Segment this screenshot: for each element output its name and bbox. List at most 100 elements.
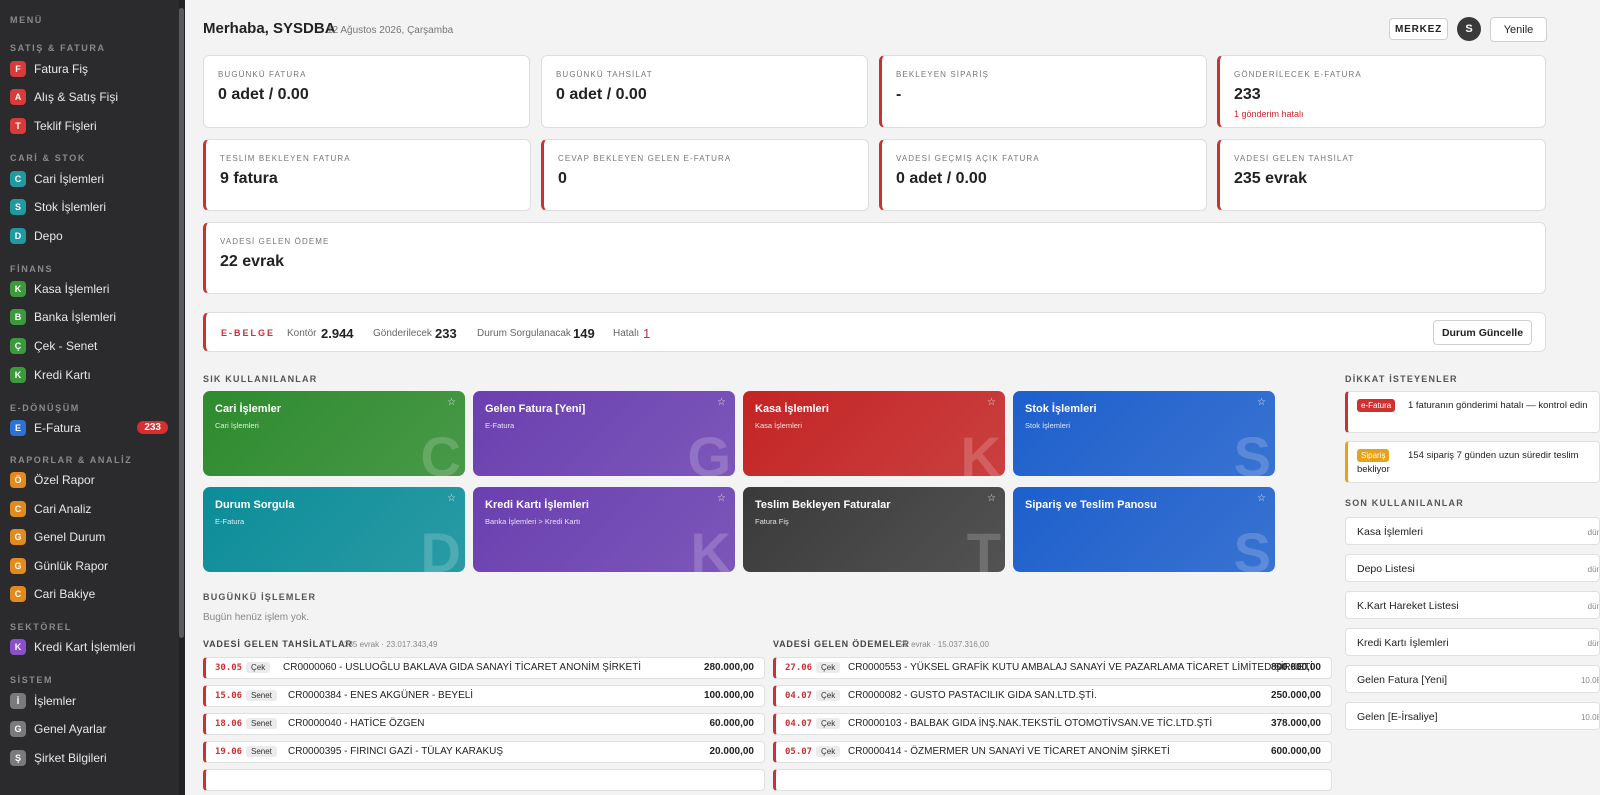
- recent-title: SON KULLANILANLAR: [1345, 498, 1464, 508]
- sidebar-item-kredi-kart[interactable]: K Kredi Kartı: [0, 362, 178, 388]
- stat-card[interactable]: CEVAP BEKLEYEN GELEN E-FATURA 0: [541, 139, 869, 211]
- durum-guncelle-button[interactable]: Durum Güncelle: [1433, 320, 1532, 345]
- sidebar-item-genel-durum[interactable]: G Genel Durum: [0, 524, 178, 550]
- sidebar-item-kredi-kart-i-lemleri[interactable]: K Kredi Kart İşlemleri: [0, 634, 178, 660]
- table-row[interactable]: 27.06 Çek CR0000553 - YÜKSEL GRAFİK KUTU A…: [773, 657, 1332, 679]
- stat-card[interactable]: BUGÜNKÜ FATURA 0 adet / 0.00: [203, 55, 530, 128]
- tile-subtitle: Cari İşlemleri: [215, 421, 259, 430]
- recent-item[interactable]: Depo Listesi dün: [1345, 554, 1600, 582]
- stat-card[interactable]: BEKLEYEN SİPARİŞ -: [879, 55, 1207, 128]
- stat-card[interactable]: VADESİ GELEN ÖDEME 22 evrak: [203, 222, 1546, 294]
- table-row[interactable]: 19.06 Senet CR0000395 - FIRINCI GAZİ - TÜL…: [203, 741, 765, 763]
- sidebar-item-i-lemler[interactable]: İ İşlemler: [0, 688, 178, 714]
- row-description: CR0000060 - USLUOĞLU BAKLAVA GIDA SANAYİ…: [283, 662, 642, 673]
- attention-tag: e-Fatura: [1357, 399, 1396, 412]
- sidebar-item-zel-rapor[interactable]: Ö Özel Rapor: [0, 467, 178, 493]
- sidebar-menu-title: MENÜ: [10, 15, 43, 25]
- shortcut-tile[interactable]: S Sipariş ve Teslim Panosu ☆: [1013, 487, 1275, 572]
- sidebar-item-e-fatura[interactable]: E E-Fatura 233: [0, 415, 178, 441]
- favorites-title: SIK KULLANILANLAR: [203, 374, 318, 384]
- stat-card[interactable]: BUGÜNKÜ TAHSİLAT 0 adet / 0.00: [541, 55, 868, 128]
- row-amount: 60.000,00: [709, 718, 755, 729]
- sidebar-item-irket-bilgileri[interactable]: Ş Şirket Bilgileri: [0, 745, 178, 771]
- avatar[interactable]: S: [1457, 17, 1481, 41]
- table-row[interactable]: 05.07 Çek CR0000414 - ÖZMERMER UN SANAYİ V…: [773, 741, 1332, 763]
- shortcut-tile[interactable]: K Kredi Kartı İşlemleri Banka İşlemleri > …: [473, 487, 735, 572]
- sidebar-item-cari-analiz[interactable]: C Cari Analiz: [0, 496, 178, 522]
- stat-card-value: 0: [558, 170, 567, 187]
- section-satis: SATIŞ & FATURA: [10, 43, 106, 53]
- star-icon[interactable]: ☆: [447, 397, 456, 408]
- stat-card[interactable]: TESLİM BEKLEYEN FATURA 9 fatura: [203, 139, 531, 211]
- sidebar-item-cari-i-lemleri[interactable]: C Cari İşlemleri: [0, 166, 178, 192]
- table-row[interactable]: 15.06 Senet CR0000384 - ENES AKGÜNER - BEY…: [203, 685, 765, 707]
- row-date: 18.06: [215, 719, 243, 729]
- sidebar-item-label: Genel Durum: [34, 530, 106, 544]
- stat-card[interactable]: GÖNDERİLECEK E-FATURA 233 1 gönderim hatal…: [1217, 55, 1546, 128]
- sidebar-item-kasa-i-lemleri[interactable]: K Kasa İşlemleri: [0, 276, 178, 302]
- ebelge-title: E-BELGE: [221, 328, 276, 338]
- recent-item[interactable]: Kredi Kartı İşlemleri dün: [1345, 628, 1600, 656]
- recent-item[interactable]: Gelen Fatura [Yeni] 10.08: [1345, 665, 1600, 693]
- sidebar-item-ek-senet[interactable]: Ç Çek - Senet: [0, 333, 178, 359]
- sidebar-item-g-nl-k-rapor[interactable]: G Günlük Rapor: [0, 553, 178, 579]
- shortcut-tile[interactable]: C Cari İşlemler Cari İşlemleri ☆: [203, 391, 465, 476]
- shortcut-tile[interactable]: S Stok İşlemleri Stok İşlemleri ☆: [1013, 391, 1275, 476]
- sidebar-item-label: E-Fatura: [34, 421, 81, 435]
- row-description: CR0000040 - HATİCE ÖZGEN: [288, 718, 425, 729]
- sidebar-item-stok-i-lemleri[interactable]: S Stok İşlemleri: [0, 194, 178, 220]
- sidebar-item-letter-icon: K: [10, 367, 26, 383]
- attention-title: DİKKAT İSTEYENLER: [1345, 374, 1458, 384]
- shortcut-tile[interactable]: T Teslim Bekleyen Faturalar Fatura Fiş ☆: [743, 487, 1005, 572]
- star-icon[interactable]: ☆: [987, 397, 996, 408]
- table-row[interactable]: 04.07 Çek CR0000082 - GUSTO PASTACILIK GID…: [773, 685, 1332, 707]
- table-row[interactable]: 30.05 Çek CR0000060 - USLUOĞLU BAKLAVA GID…: [203, 657, 765, 679]
- kontor-label: Kontör: [287, 328, 317, 339]
- stat-card[interactable]: VADESİ GEÇMİŞ AÇIK FATURA 0 adet / 0.00: [879, 139, 1207, 211]
- sidebar-item-teklif-fi-leri[interactable]: T Teklif Fişleri: [0, 113, 178, 139]
- shortcut-tile[interactable]: D Durum Sorgula E-Fatura ☆: [203, 487, 465, 572]
- sidebar-item-cari-bakiye[interactable]: C Cari Bakiye: [0, 581, 178, 607]
- table-row[interactable]: [773, 769, 1332, 791]
- row-date: 30.05: [215, 663, 243, 673]
- star-icon[interactable]: ☆: [987, 493, 996, 504]
- star-icon[interactable]: ☆: [447, 493, 456, 504]
- tile-title: Sipariş ve Teslim Panosu: [1025, 499, 1157, 511]
- sorgu-value: 149: [573, 326, 595, 341]
- sidebar-item-genel-ayarlar[interactable]: G Genel Ayarlar: [0, 716, 178, 742]
- sidebar-item-al-sat-fi-i[interactable]: A Alış & Satış Fişi: [0, 84, 178, 110]
- sidebar-item-depo[interactable]: D Depo: [0, 223, 178, 249]
- row-amount: 250.000,00: [1270, 690, 1321, 701]
- shortcut-tile[interactable]: K Kasa İşlemleri Kasa İşlemleri ☆: [743, 391, 1005, 476]
- star-icon[interactable]: ☆: [717, 397, 726, 408]
- shortcut-tile[interactable]: G Gelen Fatura [Yeni] E-Fatura ☆: [473, 391, 735, 476]
- sidebar-item-letter-icon: C: [10, 586, 26, 602]
- refresh-button[interactable]: Yenile: [1490, 17, 1547, 42]
- sidebar-scrollbar-thumb[interactable]: [179, 8, 184, 638]
- section-cari: CARİ & STOK: [10, 153, 86, 163]
- stat-card[interactable]: VADESİ GELEN TAHSİLAT 235 evrak: [1217, 139, 1546, 211]
- today-empty-text: Bugün henüz işlem yok.: [203, 612, 310, 623]
- row-description: CR0000553 - YÜKSEL GRAFİK KUTU AMBALAJ S…: [848, 662, 1313, 673]
- table-row[interactable]: 18.06 Senet CR0000040 - HATİCE ÖZGEN 60.000…: [203, 713, 765, 735]
- row-date: 04.07: [785, 719, 813, 729]
- star-icon[interactable]: ☆: [1257, 493, 1266, 504]
- recent-item[interactable]: K.Kart Hareket Listesi dün: [1345, 591, 1600, 619]
- star-icon[interactable]: ☆: [717, 493, 726, 504]
- table-row[interactable]: [203, 769, 765, 791]
- merkez-button[interactable]: MERKEZ: [1389, 18, 1448, 40]
- recent-item[interactable]: Kasa İşlemleri dün: [1345, 517, 1600, 545]
- stat-card-title: TESLİM BEKLEYEN FATURA: [220, 154, 351, 163]
- stat-card-title: BUGÜNKÜ TAHSİLAT: [556, 70, 653, 79]
- sidebar-item-letter-icon: G: [10, 529, 26, 545]
- sidebar-item-banka-i-lemleri[interactable]: B Banka İşlemleri: [0, 304, 178, 330]
- sidebar-item-fatura-fi[interactable]: F Fatura Fiş: [0, 56, 178, 82]
- recent-item[interactable]: Gelen [E-İrsaliye] 10.08: [1345, 702, 1600, 730]
- row-type-badge: Senet: [246, 718, 277, 729]
- attention-item[interactable]: 1 faturanın gönderimi hatalı — kontrol e…: [1345, 391, 1600, 433]
- star-icon[interactable]: ☆: [1257, 397, 1266, 408]
- tile-subtitle: Kasa İşlemleri: [755, 421, 803, 430]
- sidebar-item-label: Cari Analiz: [34, 502, 92, 516]
- table-row[interactable]: 04.07 Çek CR0000103 - BALBAK GIDA İNŞ.NAK.…: [773, 713, 1332, 735]
- attention-item[interactable]: 154 sipariş 7 günden uzun süredir teslim…: [1345, 441, 1600, 483]
